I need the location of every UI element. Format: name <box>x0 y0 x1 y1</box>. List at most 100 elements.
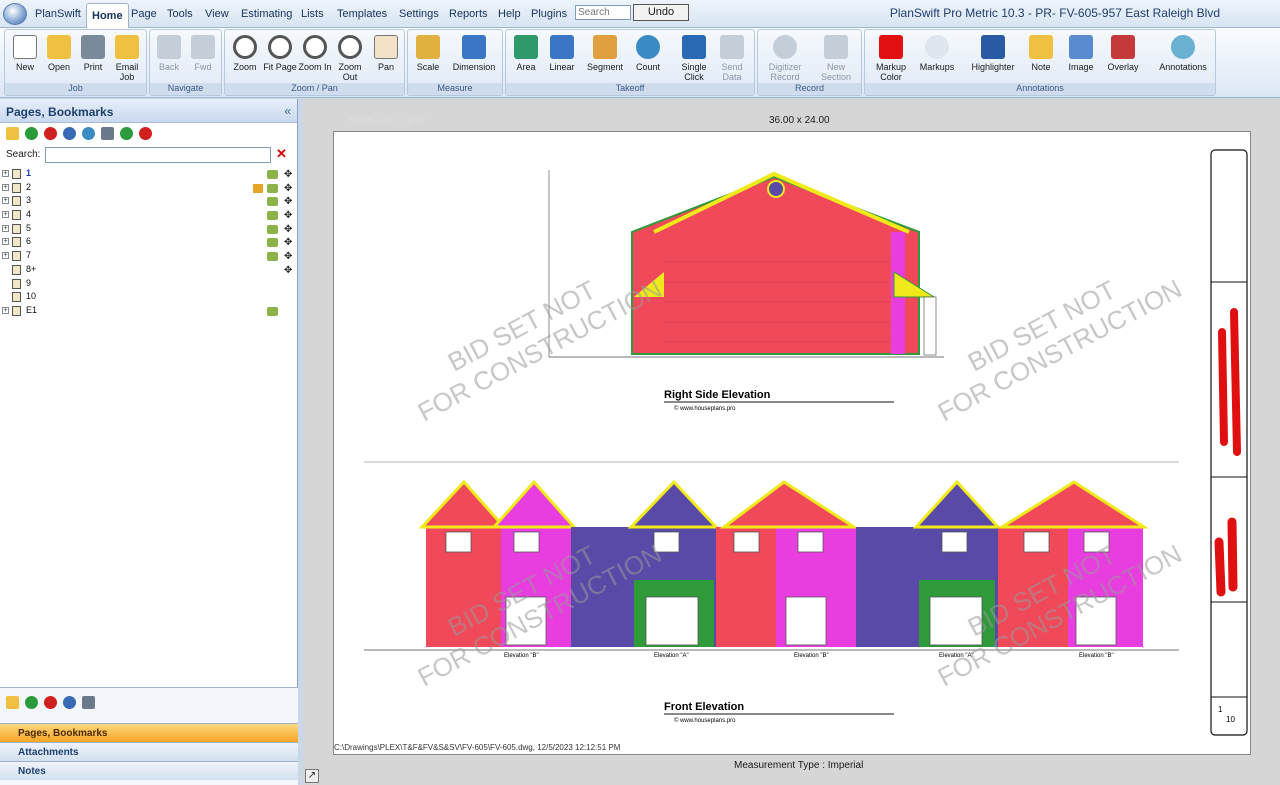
zoom-out-button[interactable]: Zoom Out <box>332 33 368 85</box>
tab-pages-bookmarks[interactable]: Pages, Bookmarks <box>0 723 298 742</box>
send-data-button[interactable]: Send Data <box>714 33 750 85</box>
page-icon <box>12 305 21 316</box>
takeoff-icon <box>267 211 278 221</box>
folder-icon[interactable] <box>6 127 19 140</box>
fit-page-button[interactable]: Fit Page <box>262 33 298 85</box>
page-row[interactable]: +6 ✥ <box>0 235 297 249</box>
menu-view[interactable]: View <box>200 0 234 28</box>
delete-icon[interactable] <box>44 127 57 140</box>
sort-icon[interactable] <box>101 127 114 140</box>
drawing-canvas[interactable]: Scale: 1/4" = 1' 0" 36.00 x 24.00 Right … <box>303 99 1280 785</box>
minus-circle-icon[interactable] <box>139 127 152 140</box>
expand-icon[interactable]: + <box>2 238 9 246</box>
menu-tools[interactable]: Tools <box>162 0 198 28</box>
open-button[interactable]: Open <box>41 33 77 85</box>
menu-templates[interactable]: Templates <box>332 0 392 28</box>
new-section-button[interactable]: New Section <box>814 33 858 85</box>
refresh-icon[interactable] <box>82 127 95 140</box>
plus-circle-icon[interactable] <box>120 127 133 140</box>
email-job-button[interactable]: Email Job <box>109 33 145 85</box>
page-row[interactable]: 9 <box>0 277 297 291</box>
menu-help[interactable]: Help <box>493 0 526 28</box>
image-button[interactable]: Image <box>1063 33 1099 85</box>
search-input[interactable] <box>575 5 631 20</box>
expand-icon[interactable]: + <box>2 197 9 205</box>
hand-icon <box>374 35 398 59</box>
page-row[interactable]: +3 ✥ <box>0 194 297 208</box>
pan-button[interactable]: Pan <box>368 33 404 85</box>
page-row[interactable]: 10 <box>0 290 297 304</box>
sticky-note-icon <box>1029 35 1053 59</box>
tab-attachments[interactable]: Attachments <box>0 742 298 761</box>
page-row[interactable]: +4 ✥ <box>0 208 297 222</box>
highlighter-icon <box>981 35 1005 59</box>
expand-icon[interactable]: + <box>2 183 9 191</box>
sheet-number: 1 <box>1218 705 1223 714</box>
group-label-takeoff: Takeoff <box>506 83 754 95</box>
group-label-record: Record <box>758 83 861 95</box>
gear-icon[interactable] <box>63 127 76 140</box>
clear-search-icon[interactable]: ✕ <box>276 147 290 161</box>
tab-notes[interactable]: Notes <box>0 761 298 780</box>
digitizer-record-button[interactable]: Digitizer Record <box>762 33 808 85</box>
page-row[interactable]: +2 ✥ <box>0 181 297 195</box>
page-row[interactable]: +7 ✥ <box>0 249 297 263</box>
markup-color-button[interactable]: Markup Color <box>871 33 911 85</box>
undo-button[interactable]: Undo <box>633 4 689 21</box>
expand-icon[interactable]: + <box>2 170 9 177</box>
menu-plugins[interactable]: Plugins <box>526 0 572 28</box>
drawing-sheet[interactable]: Right Side Elevation © www.houseplans.pr… <box>333 131 1251 755</box>
menu-page[interactable]: Page <box>126 0 162 28</box>
page-icon <box>12 237 21 248</box>
expand-icon[interactable]: + <box>2 252 9 260</box>
segment-button[interactable]: Segment <box>584 33 626 85</box>
markups-button[interactable]: Markups <box>917 33 957 85</box>
folder-icon[interactable] <box>6 696 19 709</box>
zoom-button[interactable]: Zoom <box>227 33 263 85</box>
overlay-button[interactable]: Overlay <box>1103 33 1143 85</box>
pages-panel: Pages, Bookmarks « Search: ✕ +1 ✥ +2 ✥ +3 ✥… <box>0 99 298 785</box>
menu-lists[interactable]: Lists <box>296 0 329 28</box>
page-row[interactable]: +1 ✥ <box>0 167 297 181</box>
zoom-in-button[interactable]: Zoom In <box>297 33 333 85</box>
print-button[interactable]: Print <box>75 33 111 85</box>
expand-arrow-icon[interactable]: ↗ <box>305 769 319 783</box>
page-row[interactable]: + E1 <box>0 304 297 318</box>
expand-icon[interactable]: + <box>2 224 9 232</box>
app-menu-icon[interactable] <box>3 3 27 25</box>
gear-icon[interactable] <box>63 696 76 709</box>
back-button[interactable]: Back <box>151 33 187 85</box>
single-click-button[interactable]: Single Click <box>676 33 712 85</box>
scale-button[interactable]: Scale <box>410 33 446 85</box>
delete-icon[interactable] <box>44 696 57 709</box>
add-icon[interactable] <box>25 696 38 709</box>
front-elevation-title: Front Elevation <box>664 701 744 713</box>
page-row[interactable]: +5 ✥ <box>0 222 297 236</box>
new-button[interactable]: New <box>7 33 43 85</box>
menu-estimating[interactable]: Estimating <box>236 0 297 28</box>
add-icon[interactable] <box>25 127 38 140</box>
annotations-button[interactable]: Annotations <box>1155 33 1211 85</box>
page-search-input[interactable] <box>45 147 271 163</box>
highlighter-button[interactable]: Highlighter <box>967 33 1019 85</box>
linear-button[interactable]: Linear <box>544 33 580 85</box>
menu-planswift[interactable]: PlanSwift <box>30 0 86 28</box>
menu-reports[interactable]: Reports <box>444 0 493 28</box>
fwd-button[interactable]: Fwd <box>185 33 221 85</box>
bottom-toolbar <box>0 688 298 710</box>
expand-icon[interactable]: + <box>2 306 9 314</box>
note-button[interactable]: Note <box>1023 33 1059 85</box>
annotations-icon <box>1171 35 1195 59</box>
takeoff-icon <box>267 224 278 234</box>
collapse-icon[interactable]: « <box>284 104 291 118</box>
page-icon <box>12 210 21 221</box>
count-button[interactable]: Count <box>630 33 666 85</box>
sort-icon[interactable] <box>82 696 95 709</box>
page-icon <box>12 182 21 193</box>
menu-settings[interactable]: Settings <box>394 0 444 28</box>
dimension-button[interactable]: Dimension <box>448 33 500 85</box>
ribbon-group-navigate: Back Fwd Navigate <box>149 29 222 96</box>
expand-icon[interactable]: + <box>2 211 9 219</box>
page-row[interactable]: 8+ ✥ <box>0 263 297 277</box>
area-button[interactable]: Area <box>508 33 544 85</box>
